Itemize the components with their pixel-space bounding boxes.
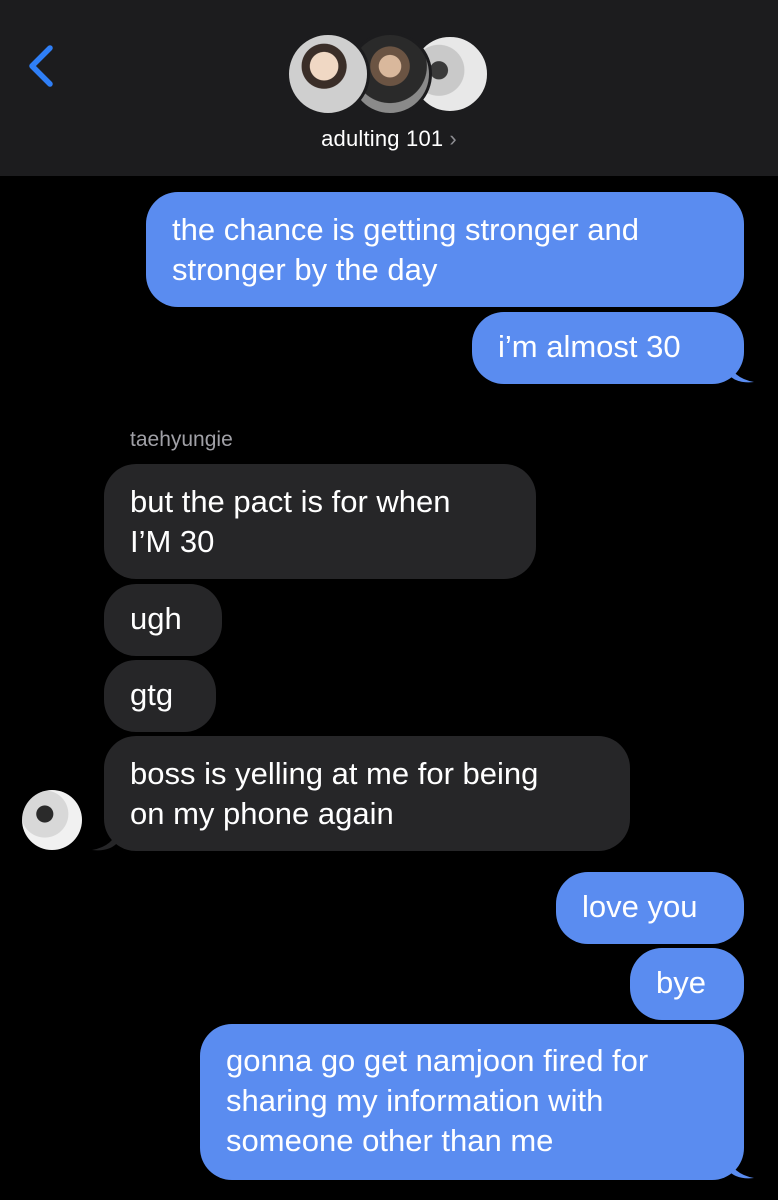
group-title-text: adulting 101: [321, 126, 444, 151]
avatar: [286, 32, 370, 116]
group-title[interactable]: adulting 101 ›: [0, 126, 778, 152]
message-line: but the pact is for when: [130, 484, 451, 519]
message-bubble-sent[interactable]: i’m almost 30: [472, 312, 744, 384]
messages-screen: adulting 101 › the chance is getting stro…: [0, 0, 778, 1200]
group-avatars[interactable]: [286, 32, 496, 116]
message-line: gtg: [130, 677, 174, 712]
message-line: sharing my information with: [226, 1083, 604, 1118]
message-line: gonna go get namjoon fired for: [226, 1043, 649, 1078]
message-line: on my phone again: [130, 796, 394, 831]
chevron-right-icon: ›: [449, 126, 457, 151]
message-bubble-sent[interactable]: the chance is getting stronger and stron…: [146, 192, 744, 307]
sender-name: taehyungie: [130, 428, 233, 451]
message-bubble-received[interactable]: gtg: [104, 660, 216, 732]
message-line: i’m almost 30: [498, 329, 681, 364]
chevron-left-icon: [29, 45, 53, 87]
message-line: ugh: [130, 601, 182, 636]
message-line: I’M 30: [130, 524, 215, 559]
message-line: stronger by the day: [172, 252, 438, 287]
message-line: the chance is getting stronger and: [172, 212, 640, 247]
sender-avatar[interactable]: [22, 790, 82, 850]
message-line: someone other than me: [226, 1123, 554, 1158]
message-bubble-received[interactable]: but the pact is for when I’M 30: [104, 464, 536, 579]
bubble-tail: [728, 1156, 754, 1179]
message-line: love you: [582, 889, 698, 924]
message-bubble-received[interactable]: ugh: [104, 584, 222, 656]
message-bubble-sent[interactable]: bye: [630, 948, 744, 1020]
message-bubble-sent[interactable]: gonna go get namjoon fired for sharing m…: [200, 1024, 744, 1180]
bubble-tail: [92, 828, 118, 851]
conversation-header: adulting 101 ›: [0, 0, 778, 176]
message-bubble-sent[interactable]: love you: [556, 872, 744, 944]
message-line: boss is yelling at me for being: [130, 756, 539, 791]
back-button[interactable]: [22, 42, 62, 90]
message-line: bye: [656, 965, 706, 1000]
message-bubble-received[interactable]: boss is yelling at me for being on my ph…: [104, 736, 630, 851]
bubble-tail: [728, 360, 754, 383]
